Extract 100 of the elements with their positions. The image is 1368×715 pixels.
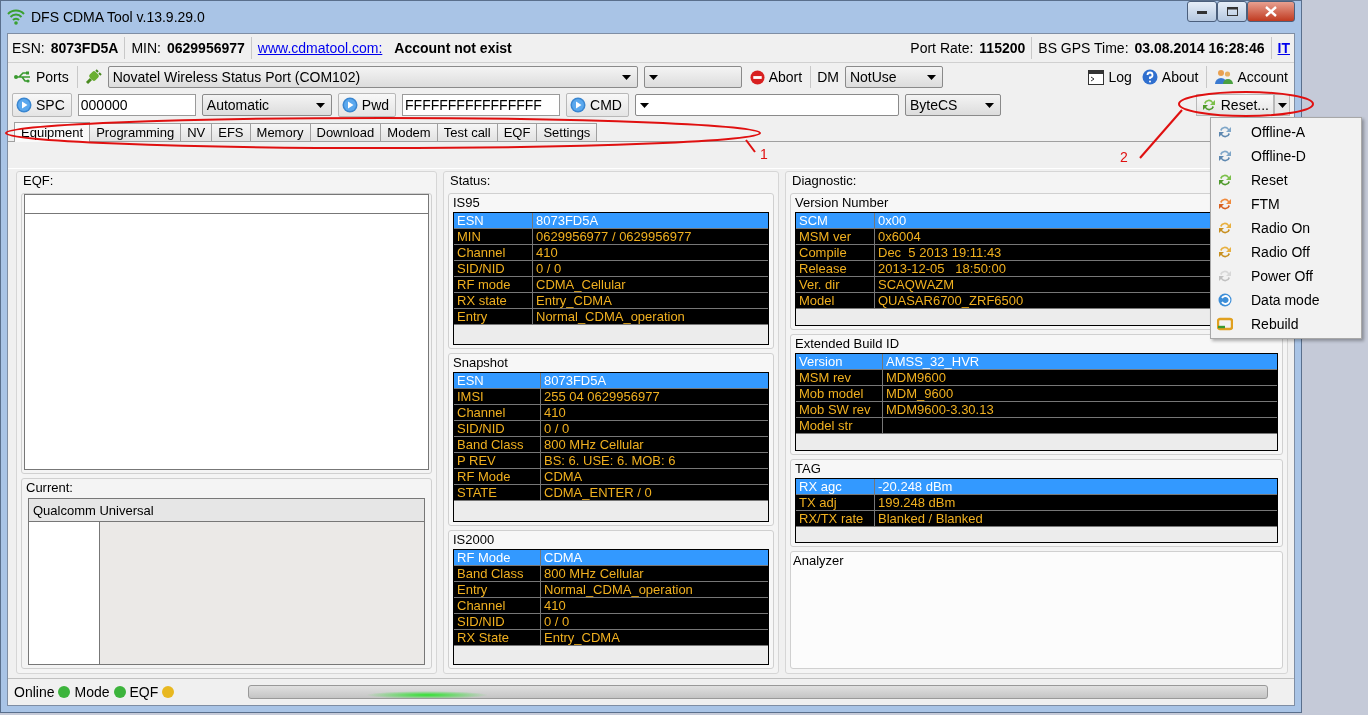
grid-row[interactable]: Mob model MDM_9600 <box>796 386 1277 403</box>
caret-icon <box>984 102 994 108</box>
menu-item[interactable]: Offline-D <box>1213 144 1359 168</box>
grid-row[interactable]: RX/TX rate Blanked / Blanked <box>796 511 1277 528</box>
grid-cell-text: CDMA_ENTER / 0 <box>543 485 653 500</box>
grid-cell-text: Normal_CDMA_operation <box>543 581 694 597</box>
grid-cell: Model str <box>796 418 883 434</box>
dm-label: DM <box>817 69 839 85</box>
maximize-button[interactable] <box>1217 1 1247 22</box>
tab[interactable]: Programming <box>89 123 182 141</box>
grid-cell: RX agc <box>796 479 875 495</box>
sync-icon <box>1217 172 1233 188</box>
tab[interactable]: Memory <box>249 123 311 141</box>
reset-button[interactable]: Reset... <box>1195 94 1274 116</box>
grid-row[interactable]: SID/NID 0 / 0 <box>454 421 768 437</box>
callout-number: 1 <box>760 146 768 162</box>
grid-row[interactable]: Channel 410 <box>454 405 768 421</box>
grid-cell: TX adj <box>796 495 875 511</box>
grid-row[interactable]: MSM rev MDM9600 <box>796 370 1277 387</box>
min-label: MIN: <box>131 40 161 56</box>
tab[interactable]: EQF <box>496 123 538 141</box>
tab[interactable]: Download <box>309 123 382 141</box>
grid-cell: Channel <box>454 597 541 613</box>
grid-cell-text: 199.248 dBm <box>877 495 957 511</box>
plug-icon <box>83 68 102 86</box>
grid-cell-text: CDMA <box>543 469 584 484</box>
dm-dropdown[interactable]: NotUse <box>844 66 943 88</box>
tab[interactable]: NV <box>180 123 213 141</box>
ports-button[interactable]: Ports <box>12 69 71 85</box>
caret-icon <box>926 74 936 80</box>
menu-item[interactable]: Offline-A <box>1213 120 1359 144</box>
help-icon <box>1141 69 1158 85</box>
grid-cell: MSM rev <box>796 370 883 386</box>
account-button[interactable]: Account <box>1213 69 1290 85</box>
input-field[interactable] <box>24 194 429 214</box>
log-button[interactable]: Log <box>1086 69 1134 85</box>
about-button[interactable]: About <box>1139 69 1201 85</box>
abort-button[interactable]: Abort <box>747 69 805 85</box>
sync-icon <box>1217 268 1233 284</box>
sync-icon <box>1217 244 1233 260</box>
grid-cell: IMSI <box>454 389 541 404</box>
grid-cell: SID/NID <box>454 613 541 629</box>
grid-cell-text: Blanked / Blanked <box>877 511 984 527</box>
grid-row[interactable]: STATE CDMA_ENTER / 0 <box>454 485 768 501</box>
tab[interactable]: Modem <box>380 123 438 141</box>
cmd-button[interactable]: CMD <box>566 93 629 117</box>
mode-dropdown[interactable]: Automatic <box>201 94 332 116</box>
spc-button[interactable]: SPC <box>12 93 72 117</box>
grid-row[interactable]: Channel 410 <box>454 245 768 261</box>
menu-item[interactable]: Rebuild <box>1213 312 1359 336</box>
signal-icon <box>7 8 25 26</box>
pwd-button[interactable]: Pwd <box>337 93 397 117</box>
grid-row[interactable]: Entry Normal_CDMA_operation <box>454 309 768 325</box>
spc-field[interactable]: 000000 <box>77 94 196 116</box>
menu-item[interactable]: FTM <box>1213 192 1359 216</box>
grid-cell-text: BS: 6. USE: 6. MOB: 6 <box>543 453 677 468</box>
grid-row[interactable]: RX state Entry_CDMA <box>454 293 768 309</box>
account-status: Account not exist <box>394 40 512 56</box>
grid-cell-text: 0 / 0 <box>543 421 571 436</box>
grid-cell: Release <box>796 261 875 276</box>
grid-cell: Band Class <box>454 565 541 581</box>
group-title: TAG <box>794 460 822 478</box>
tab[interactable]: EFS <box>211 123 251 141</box>
grid-row[interactable]: MIN 0629956977 / 0629956977 <box>454 229 768 245</box>
website-link[interactable]: www.cdmatool.com: <box>257 40 383 56</box>
password-field[interactable]: FFFFFFFFFFFFFFFF <box>402 94 561 116</box>
grid-cell: RX State <box>454 629 541 645</box>
minimize-button[interactable] <box>1187 1 1217 22</box>
grid-row[interactable]: TX adj 199.248 dBm <box>796 495 1277 512</box>
grid-cell-text: CDMA_Cellular <box>535 277 627 292</box>
grid-cell: ESN <box>454 373 541 388</box>
dropdown[interactable] <box>643 66 742 88</box>
grid-row[interactable]: IMSI 255 04 0629956977 <box>454 389 768 405</box>
grid-row[interactable]: SID/NID 0 / 0 <box>454 261 768 277</box>
tab[interactable]: Settings <box>536 123 598 141</box>
grid-cell: Channel <box>454 245 533 260</box>
grid-cell: SID/NID <box>454 261 533 276</box>
caret-icon <box>621 74 631 80</box>
grid-cell: RF Mode <box>454 549 541 565</box>
grid-row[interactable]: RF mode CDMA_Cellular <box>454 277 768 293</box>
grid-row[interactable]: RF Mode CDMA <box>454 469 768 485</box>
tab[interactable]: Test call <box>436 123 498 141</box>
esn-value: 8073FD5A <box>50 40 119 56</box>
grid-cell-text: 255 04 0629956977 <box>543 389 661 404</box>
grid-row[interactable]: Band Class 800 MHz Cellular <box>454 437 768 453</box>
port-dropdown[interactable]: Novatel Wireless Status Port (COM102) <box>107 66 638 88</box>
menu-item[interactable]: Reset <box>1213 168 1359 192</box>
group-title: Analyzer <box>792 552 845 570</box>
grid-cell: P REV <box>454 453 541 468</box>
grid-cell-text: -20.248 dBm <box>877 479 954 495</box>
grid-row[interactable]: P REV BS: 6. USE: 6. MOB: 6 <box>454 453 768 469</box>
command-dropdown[interactable] <box>634 94 899 116</box>
close-button[interactable] <box>1247 1 1295 22</box>
grid-cell-text: MDM9600-3.30.13 <box>885 402 995 418</box>
language-link[interactable]: IT <box>1277 40 1290 56</box>
grid-row[interactable]: Model str <box>796 418 1277 435</box>
play-icon <box>341 97 358 113</box>
grid-row[interactable]: Mob SW rev MDM9600-3.30.13 <box>796 402 1277 419</box>
checksum-dropdown[interactable]: ByteCS <box>904 94 1001 116</box>
grid-cell: RF Mode <box>454 469 541 484</box>
